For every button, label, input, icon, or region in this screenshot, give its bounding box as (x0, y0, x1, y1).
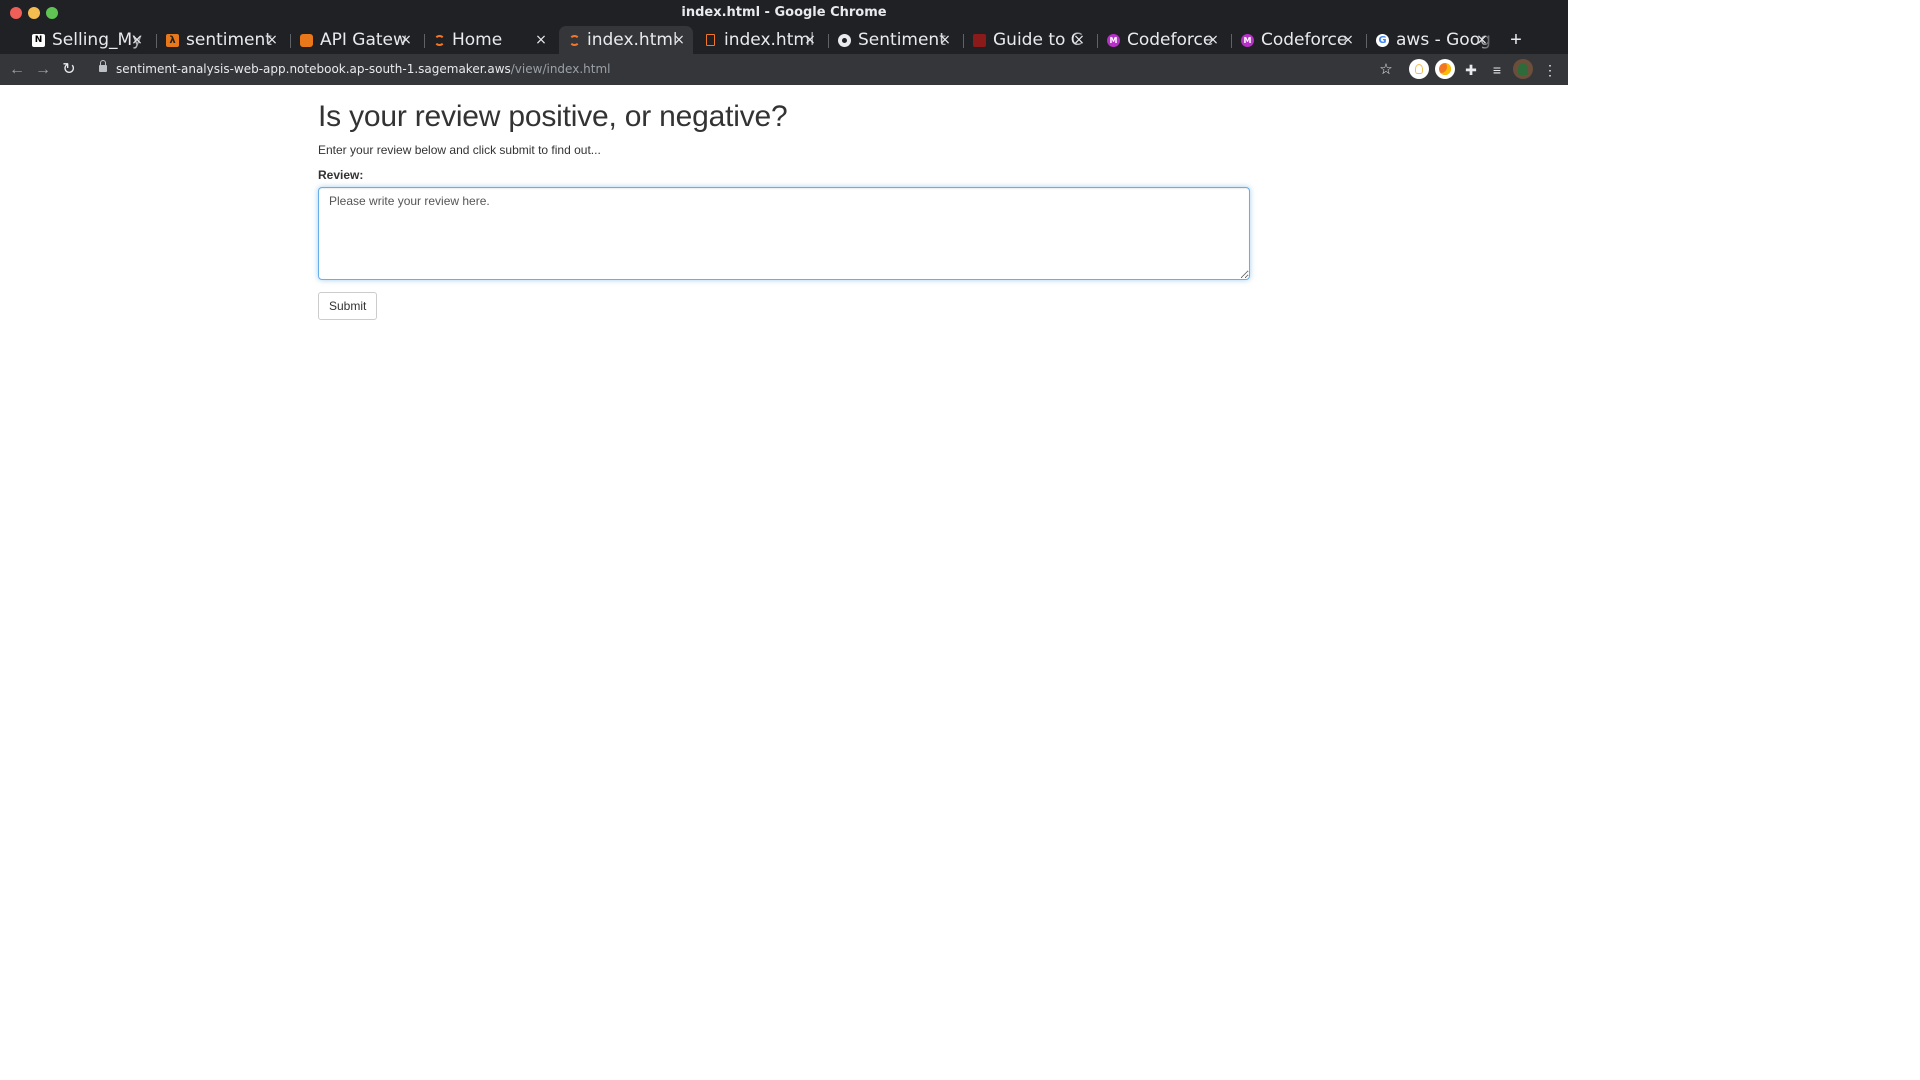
more-vert-icon[interactable]: ⋮ (1540, 60, 1560, 80)
browser-tab[interactable]: N Selling_My × (22, 26, 151, 54)
browser-tab[interactable]: index.html × (694, 26, 824, 54)
new-tab-button[interactable]: + (1506, 26, 1526, 54)
close-tab-icon[interactable]: × (264, 32, 280, 48)
github-icon (838, 33, 851, 47)
close-tab-icon[interactable]: × (398, 32, 414, 48)
window-title: index.html - Google Chrome (681, 5, 887, 20)
browser-toolbar: ← → ↻ sentiment-analysis-web-app.noteboo… (0, 54, 1568, 85)
browser-tab[interactable]: M Codeforce × (1231, 26, 1362, 54)
close-tab-icon[interactable]: × (937, 32, 953, 48)
close-tab-icon[interactable]: × (671, 32, 687, 48)
page-heading: Is your review positive, or negative? (318, 100, 788, 133)
bookmark-star-icon[interactable]: ☆ (1376, 60, 1396, 80)
media-queue-icon[interactable]: ≡ (1487, 60, 1507, 80)
intro-text: Enter your review below and click submit… (318, 143, 601, 157)
forward-arrow-icon[interactable]: → (33, 60, 53, 80)
browser-tab[interactable]: G aws - Goog × (1366, 26, 1496, 54)
google-icon: G (1376, 33, 1389, 47)
file-icon (706, 34, 715, 46)
tab-strip: N Selling_My × λ sentiment × API Gatew ×… (0, 26, 1568, 54)
jupyter-icon (434, 34, 445, 46)
lock-icon (99, 60, 107, 74)
aws-api-gateway-icon (300, 33, 313, 47)
reload-icon[interactable]: ↻ (59, 60, 79, 80)
aws-lambda-icon: λ (166, 33, 179, 47)
window-titlebar: index.html - Google Chrome (0, 0, 1568, 26)
browser-tab[interactable]: Home × (424, 26, 555, 54)
browser-tab-active[interactable]: index.html × (559, 26, 693, 54)
browser-tab[interactable]: M Codeforce × (1097, 26, 1227, 54)
review-label: Review: (318, 168, 364, 182)
site-icon (973, 33, 986, 47)
close-tab-icon[interactable]: × (129, 32, 145, 48)
back-arrow-icon[interactable]: ← (7, 60, 27, 80)
close-tab-icon[interactable]: × (1205, 32, 1221, 48)
close-tab-icon[interactable]: × (1474, 32, 1490, 48)
browser-tab[interactable]: Guide to C × (963, 26, 1093, 54)
extensions-puzzle-icon[interactable]: ✚ (1461, 60, 1481, 80)
browser-tab[interactable]: λ sentiment × (156, 26, 286, 54)
close-tab-icon[interactable]: × (533, 32, 549, 48)
url-path: /view/index.html (510, 62, 611, 76)
submit-button[interactable]: Submit (318, 292, 378, 320)
codeforces-m-icon: M (1107, 33, 1120, 47)
lightbulb-extension-icon[interactable] (1409, 59, 1429, 79)
browser-tab[interactable]: Sentiment × (828, 26, 959, 54)
close-tab-icon[interactable]: × (1340, 32, 1356, 48)
close-tab-icon[interactable]: × (802, 32, 818, 48)
extension-moon-icon[interactable] (1435, 59, 1455, 79)
profile-avatar[interactable] (1513, 59, 1533, 79)
browser-tab[interactable]: API Gatew × (290, 26, 420, 54)
close-tab-icon[interactable]: × (1071, 32, 1087, 48)
jupyter-icon (569, 34, 580, 46)
url-text: sentiment-analysis-web-app.notebook.ap-s… (116, 62, 610, 76)
review-textarea[interactable]: Please write your review here. (318, 187, 1250, 280)
page-content: Is your review positive, or negative? En… (318, 85, 1250, 320)
codeforces-m-icon: M (1241, 33, 1254, 47)
notion-icon: N (32, 33, 45, 47)
url-host: sentiment-analysis-web-app.notebook.ap-s… (116, 62, 511, 76)
address-bar[interactable]: sentiment-analysis-web-app.notebook.ap-s… (92, 58, 1372, 81)
